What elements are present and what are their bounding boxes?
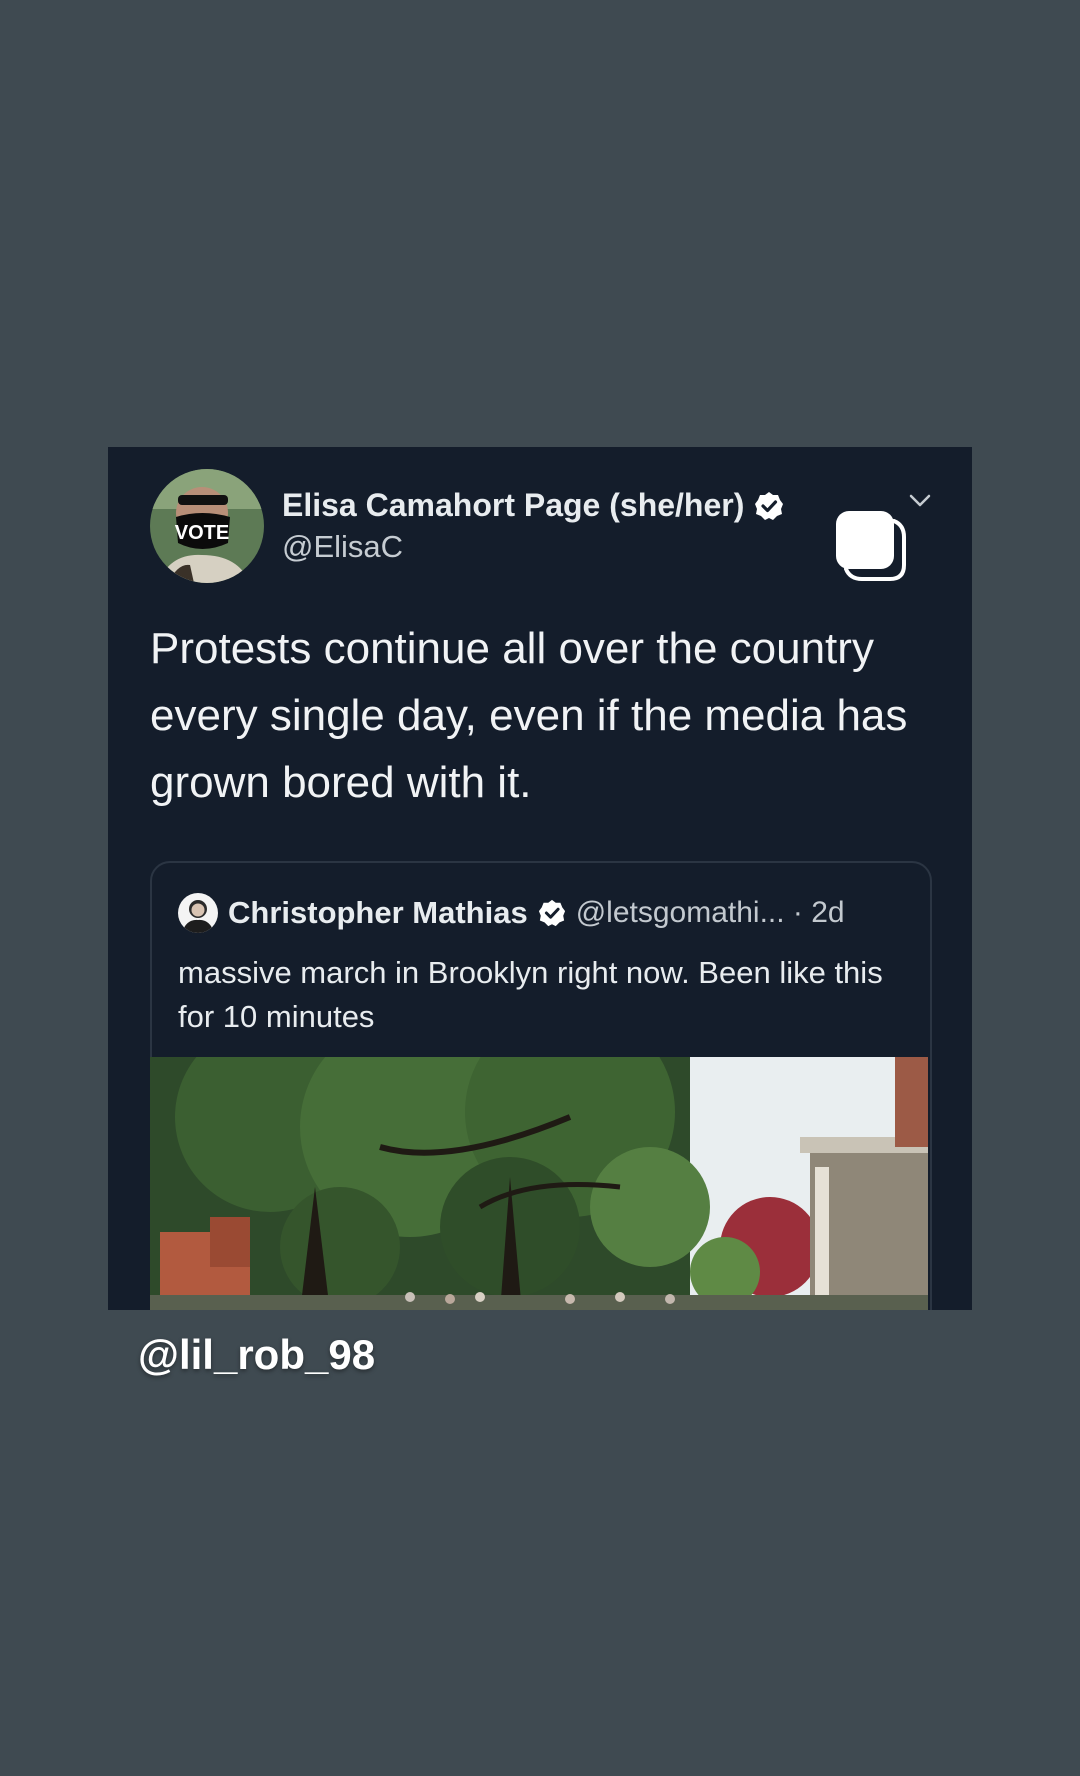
author-name-row[interactable]: Elisa Camahort Page (she/her) [282, 487, 784, 524]
author-handle[interactable]: @ElisaC [282, 529, 403, 565]
quoted-tweet-photo[interactable] [150, 1057, 928, 1310]
author-name: Elisa Camahort Page (she/her) [282, 487, 745, 523]
avatar-mask-text: VOTE [175, 522, 229, 544]
quoted-verified-badge-icon [538, 899, 565, 927]
chevron-down-icon[interactable] [908, 493, 932, 509]
quoted-author-avatar[interactable] [178, 893, 218, 933]
watermark-username: @lil_rob_98 [138, 1331, 376, 1378]
tweet-text: Protests continue all over the country e… [150, 624, 908, 807]
author-avatar[interactable]: VOTE [150, 469, 264, 583]
quoted-tweet-text: massive march in Brooklyn right now. Bee… [178, 955, 883, 1034]
copy-icon[interactable] [832, 507, 908, 583]
quoted-author-name: Christopher Mathias [228, 895, 528, 930]
verified-badge-icon [755, 491, 784, 520]
quoted-tweet-header: Christopher Mathias @letsgomathi... · 2d [178, 893, 845, 933]
quoted-author-meta: @letsgomathi... · 2d [575, 896, 845, 929]
tweet-card[interactable]: VOTE Elisa Camahort Page (she/her) @Elis… [108, 447, 972, 1310]
